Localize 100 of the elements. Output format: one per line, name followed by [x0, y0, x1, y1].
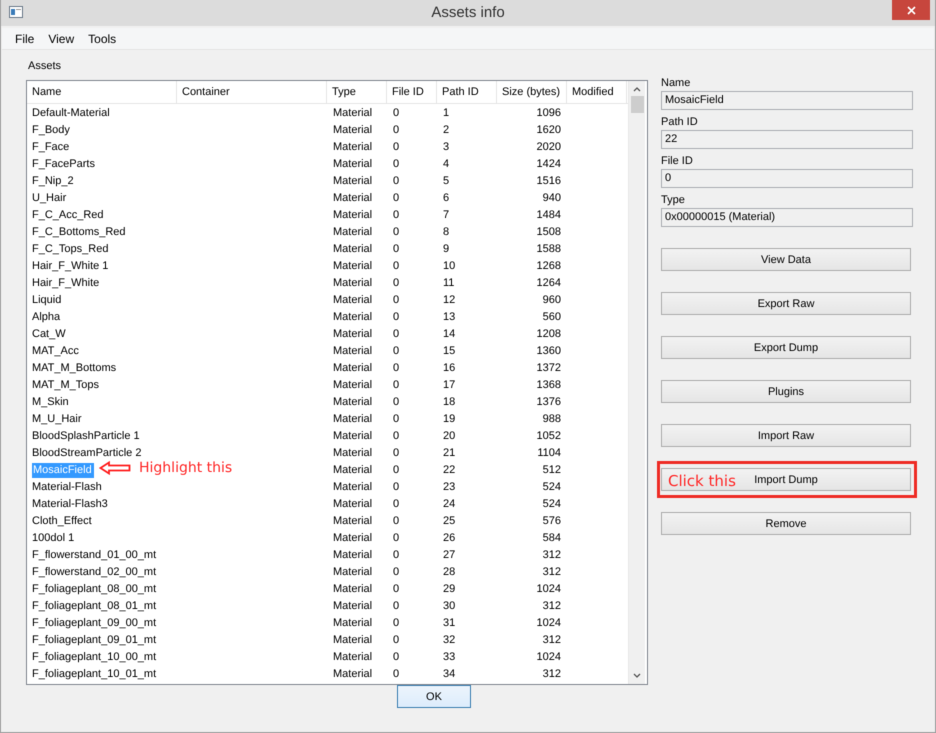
table-cell[interactable]: F_FaceParts	[32, 158, 95, 170]
table-cell-text: 0	[392, 464, 400, 476]
table-cell-text: 11	[442, 276, 456, 288]
table-cell[interactable]: Hair_F_White	[32, 276, 100, 288]
table-cell[interactable]: Hair_F_White 1	[32, 260, 108, 272]
table-cell-text: 0	[392, 532, 400, 544]
table-cell-text: 0	[392, 124, 400, 136]
table-cell-text: 0	[392, 158, 400, 170]
table-cell-text: Material	[332, 498, 374, 510]
arrow-icon	[99, 461, 131, 475]
table-cell-text: 0	[392, 226, 400, 238]
table-cell-text: 1368	[536, 378, 562, 390]
table-cell[interactable]: Material-Flash	[32, 480, 102, 492]
column-header[interactable]: File ID	[387, 81, 437, 103]
column-header[interactable]: Size (bytes)	[497, 81, 567, 103]
table-cell-text: 19	[442, 412, 456, 424]
table-cell-text: 1264	[536, 276, 562, 288]
input-field[interactable]: 0x00000015 (Material)	[661, 208, 913, 227]
menu-item[interactable]: Tools	[81, 32, 124, 46]
table-cell-text: 524	[542, 498, 562, 510]
action-button[interactable]: View Data	[661, 248, 911, 271]
table-cell-text: 0	[392, 634, 400, 646]
table-cell-text: 1620	[536, 124, 562, 136]
action-button[interactable]: Export Raw	[661, 292, 911, 315]
table-cell[interactable]: Cloth_Effect	[32, 514, 92, 526]
table-cell[interactable]: F_C_Bottoms_Red	[32, 226, 126, 238]
table-cell-text: 9	[442, 242, 450, 254]
table-cell-text: Material	[332, 242, 374, 254]
table-cell[interactable]: F_C_Acc_Red	[32, 208, 104, 220]
table-cell-text: 27	[442, 548, 456, 560]
annotation-text: Highlight this	[139, 460, 232, 476]
table-cell-text: 312	[542, 600, 562, 612]
input-field[interactable]: MosaicField	[661, 91, 913, 110]
table-cell[interactable]: Cat_W	[32, 328, 66, 340]
table-cell-text: 0	[392, 514, 400, 526]
menu-item[interactable]: File	[8, 32, 42, 46]
table-cell-text: 1104	[536, 446, 562, 458]
table-cell[interactable]: F_flowerstand_01_00_mt	[32, 548, 156, 560]
table-cell-text: 1424	[536, 158, 562, 170]
table-cell[interactable]: BloodSplashParticle 1	[32, 430, 140, 442]
table-cell-text: Material	[332, 582, 374, 594]
table-cell[interactable]: MAT_M_Tops	[32, 378, 100, 390]
action-button[interactable]: Import Raw	[661, 424, 911, 447]
table-cell[interactable]: F_foliageplant_10_01_mt	[32, 668, 156, 680]
column-header[interactable]: Container	[177, 81, 327, 103]
table-cell[interactable]: F_C_Tops_Red	[32, 242, 108, 254]
table-cell-text: Material	[332, 514, 374, 526]
table-cell-text: 960	[542, 294, 562, 306]
table-cell[interactable]: Material-Flash3	[32, 498, 108, 510]
table-cell[interactable]: BloodStreamParticle 2	[32, 446, 142, 458]
table-cell[interactable]: F_foliageplant_10_00_mt	[32, 650, 156, 662]
table-cell-text: Material	[332, 532, 374, 544]
table-cell-text: 30	[442, 600, 456, 612]
scrollbar[interactable]	[628, 81, 645, 684]
table-cell[interactable]: M_U_Hair	[32, 412, 82, 424]
table-cell-text: 1024	[536, 616, 562, 628]
scroll-thumb[interactable]	[630, 96, 644, 113]
table-cell[interactable]: F_Nip_2	[32, 174, 74, 186]
table-cell[interactable]: Default-Material	[32, 106, 110, 118]
close-button[interactable]	[892, 0, 930, 20]
table-cell[interactable]: 100dol 1	[32, 532, 74, 544]
table-cell[interactable]: F_foliageplant_09_00_mt	[32, 616, 156, 628]
table-cell-text: 0	[392, 174, 400, 186]
table-cell-text: Material	[332, 634, 374, 646]
menu-item[interactable]: View	[41, 32, 82, 46]
table-cell[interactable]: Liquid	[32, 294, 62, 306]
column-header[interactable]: Name	[27, 81, 177, 103]
column-header[interactable]: Type	[327, 81, 387, 103]
table-cell[interactable]: MAT_M_Bottoms	[32, 362, 116, 374]
table-cell-text: 26	[442, 532, 456, 544]
action-button[interactable]: Export Dump	[661, 336, 911, 359]
action-button[interactable]: Remove	[661, 512, 911, 535]
table-cell[interactable]: F_flowerstand_02_00_mt	[32, 566, 156, 578]
table-cell[interactable]: Alpha	[32, 310, 60, 322]
table-cell[interactable]: F_foliageplant_09_01_mt	[32, 634, 156, 646]
table-cell[interactable]: F_Face	[32, 140, 70, 152]
table-cell-text: 15	[442, 344, 456, 356]
input-field[interactable]: 22	[661, 130, 913, 149]
table-cell-text: 0	[392, 548, 400, 560]
table-cell-text: Material	[332, 650, 374, 662]
ok-button[interactable]: OK	[397, 685, 471, 708]
input-field[interactable]: 0	[661, 169, 913, 188]
table-cell[interactable]: F_foliageplant_08_00_mt	[32, 582, 156, 594]
table-cell[interactable]: M_Skin	[32, 396, 69, 408]
field-label: Type	[661, 194, 685, 206]
table-cell-text: 0	[392, 668, 400, 680]
action-button[interactable]: Plugins	[661, 380, 911, 403]
table-cell-text: 0	[392, 328, 400, 340]
table-cell[interactable]: U_Hair	[32, 192, 66, 204]
table-cell-text: Material	[332, 600, 374, 612]
table-cell-text: 312	[542, 634, 562, 646]
table-cell[interactable]: F_foliageplant_08_01_mt	[32, 600, 156, 612]
table-cell[interactable]: MAT_Acc	[32, 344, 79, 356]
table-cell-text: 20	[442, 430, 456, 442]
column-header[interactable]: Path ID	[437, 81, 497, 103]
column-header[interactable]: Modified	[567, 81, 627, 103]
table-cell-text: Material	[332, 106, 374, 118]
field-label: Path ID	[661, 116, 698, 128]
table-cell-text: Material	[332, 226, 374, 238]
table-cell[interactable]: F_Body	[32, 124, 70, 136]
